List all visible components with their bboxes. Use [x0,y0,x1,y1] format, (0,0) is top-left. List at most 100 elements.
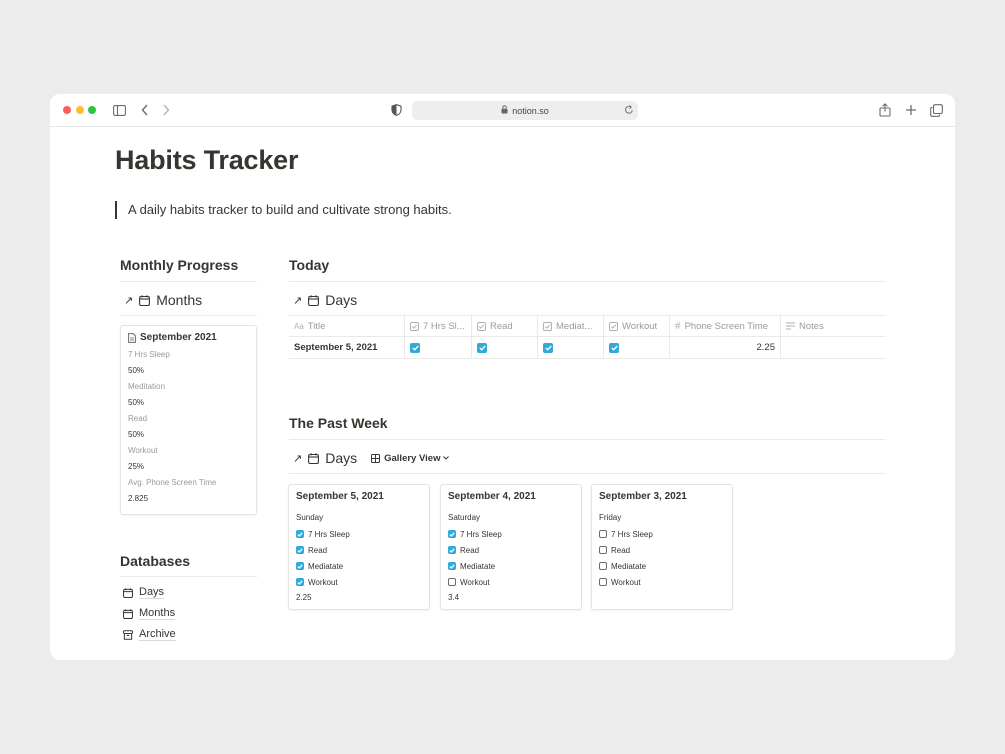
months-db-label: Months [156,292,203,308]
page-title: Habits Tracker [115,145,299,175]
checked-checkbox-icon [296,530,304,538]
gallery-grid-icon [371,453,381,463]
divider [120,576,257,577]
column-header-title[interactable]: Aa Title [289,316,405,336]
browser-window: notion.so Habits Tracker A daily habits … [50,94,955,660]
unchecked-checkbox-icon [599,530,607,538]
reload-icon[interactable] [624,104,634,117]
row-title-cell[interactable]: September 5, 2021 [289,337,405,358]
checked-checkbox-icon [296,546,304,554]
close-window-button[interactable] [63,106,71,114]
database-link-archive[interactable]: Archive [123,628,176,641]
database-link-label: Archive [139,628,176,641]
card-weekday: Sunday [296,513,324,522]
database-link-months[interactable]: Months [123,607,176,620]
sidebar-toggle-icon[interactable] [111,102,127,118]
lock-icon [501,105,508,116]
gallery-card[interactable]: September 5, 2021 Sunday 7 Hrs Sleep Rea… [288,484,430,610]
meditate-checkbox-cell[interactable] [538,337,604,358]
field-label: Workout [128,446,158,455]
column-header-notes[interactable]: Notes [781,316,885,336]
card-title: September 4, 2021 [448,491,536,502]
table-row[interactable]: September 5, 2021 2.25 [289,337,885,359]
zoom-window-button[interactable] [88,106,96,114]
notes-cell[interactable] [781,337,885,358]
read-checkbox-cell[interactable] [472,337,538,358]
months-linked-db-title[interactable]: ↗ Months [124,292,202,308]
forward-arrow-icon[interactable] [158,102,174,118]
checked-checkbox-icon[interactable] [609,342,619,353]
days-linked-db-title[interactable]: ↗ Days [293,292,357,308]
field-value: 25% [128,462,145,471]
database-link-days[interactable]: Days [123,586,165,599]
checked-checkbox-icon[interactable] [543,342,553,353]
privacy-shield-icon[interactable] [388,102,404,118]
archive-icon [123,629,133,640]
past-week-linked-db-title[interactable]: ↗ Days Gallery View [293,450,453,466]
linked-arrow-icon: ↗ [124,294,134,307]
checked-checkbox-icon[interactable] [477,342,487,353]
sleep-checkbox-cell[interactable] [405,337,472,358]
notion-page: Habits Tracker A daily habits tracker to… [50,127,955,660]
checkbox-property-icon [410,321,419,331]
share-icon[interactable] [877,102,893,118]
card-checkbox-item[interactable]: Mediatate [448,558,574,574]
url-text: notion.so [512,105,549,116]
minimize-window-button[interactable] [76,106,84,114]
gallery-card[interactable]: September 3, 2021 Friday 7 Hrs Sleep Rea… [591,484,733,610]
column-header-workout[interactable]: Workout [604,316,670,336]
gallery-view-dropdown[interactable]: Gallery View [371,453,453,464]
past-week-heading: The Past Week [289,415,388,431]
today-table: Aa Title 7 Hrs Sl... Read Mediat... Work… [289,315,885,359]
checked-checkbox-icon [296,562,304,570]
text-lines-icon [786,322,795,330]
gallery-card[interactable]: September 4, 2021 Saturday 7 Hrs Sleep R… [440,484,582,610]
column-header-meditate[interactable]: Mediat... [538,316,604,336]
card-checkbox-item[interactable]: Workout [599,574,725,590]
workout-checkbox-cell[interactable] [604,337,670,358]
unchecked-checkbox-icon [599,578,607,586]
checked-checkbox-icon[interactable] [410,342,420,353]
card-checkbox-item[interactable]: Read [599,542,725,558]
new-tab-plus-icon[interactable] [903,102,919,118]
field-value: 50% [128,366,145,375]
back-arrow-icon[interactable] [137,102,153,118]
month-card[interactable]: September 2021 7 Hrs Sleep 50% Meditatio… [120,325,257,515]
field-label: Avg. Phone Screen Time [128,478,217,487]
browser-toolbar: notion.so [50,94,955,127]
field-label: Read [128,414,148,423]
chevron-down-icon [443,456,453,460]
card-checkbox-item[interactable]: Workout [296,574,422,590]
card-checkbox-item[interactable]: Mediatate [296,558,422,574]
card-checkbox-item[interactable]: Workout [448,574,574,590]
card-checkbox-item[interactable]: Read [296,542,422,558]
calendar-icon [123,608,133,619]
field-value: 50% [128,398,145,407]
card-checkbox-item[interactable]: Read [448,542,574,558]
card-checkbox-item[interactable]: 7 Hrs Sleep [296,526,422,542]
screen-time-cell[interactable]: 2.25 [670,337,781,358]
column-header-sleep[interactable]: 7 Hrs Sl... [405,316,472,336]
checkbox-property-icon [609,321,618,331]
column-header-screen-time[interactable]: # Phone Screen Time [670,316,781,336]
address-bar[interactable]: notion.so [412,101,638,120]
checked-checkbox-icon [448,530,456,538]
tabs-overview-icon[interactable] [928,102,944,118]
card-checkbox-item[interactable]: 7 Hrs Sleep [599,526,725,542]
linked-arrow-icon: ↗ [293,294,303,307]
table-header-row: Aa Title 7 Hrs Sl... Read Mediat... Work… [289,315,885,337]
field-label: 7 Hrs Sleep [128,350,170,359]
checkbox-property-icon [543,321,552,331]
divider [289,473,885,474]
divider [120,315,257,316]
column-header-read[interactable]: Read [472,316,538,336]
linked-arrow-icon: ↗ [293,452,303,465]
card-checkbox-item[interactable]: Mediatate [599,558,725,574]
card-title: September 3, 2021 [599,491,687,502]
card-weekday: Friday [599,513,622,522]
card-checkbox-item[interactable]: 7 Hrs Sleep [448,526,574,542]
card-weekday: Saturday [448,513,481,522]
card-screen-time: 3.4 [448,593,460,602]
days-db-label: Days [325,292,358,308]
calendar-icon [139,294,151,306]
